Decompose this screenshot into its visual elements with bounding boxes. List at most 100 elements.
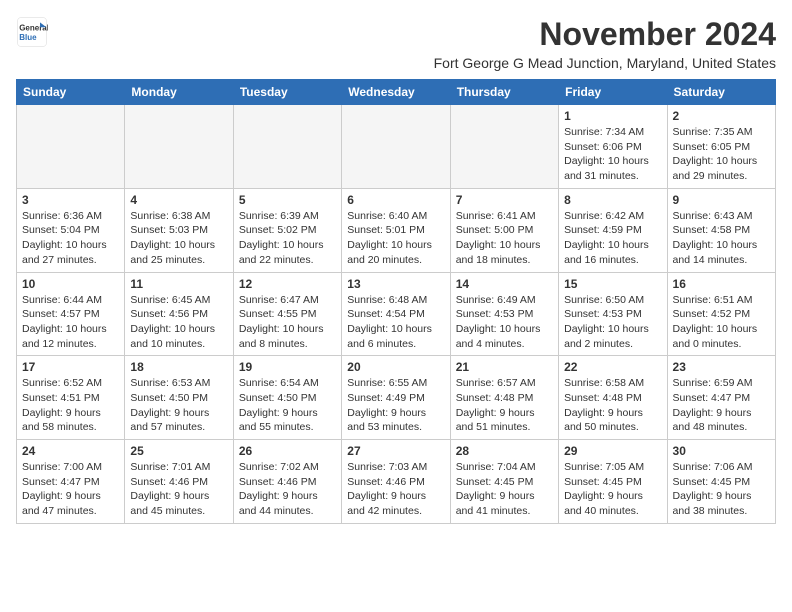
- calendar-cell: 3 Sunrise: 6:36 AM Sunset: 5:04 PM Daylig…: [17, 188, 125, 272]
- calendar-cell: 24 Sunrise: 7:00 AM Sunset: 4:47 PM Dayli…: [17, 440, 125, 524]
- day-number: 6: [347, 193, 444, 207]
- calendar-cell: 9 Sunrise: 6:43 AM Sunset: 4:58 PM Daylig…: [667, 188, 775, 272]
- day-number: 17: [22, 360, 119, 374]
- logo: General Blue: [16, 16, 48, 48]
- day-info: Sunrise: 6:45 AM Sunset: 4:56 PM Dayligh…: [130, 293, 227, 352]
- day-info: Sunrise: 6:52 AM Sunset: 4:51 PM Dayligh…: [22, 376, 119, 435]
- calendar-cell: 2 Sunrise: 7:35 AM Sunset: 6:05 PM Daylig…: [667, 105, 775, 189]
- day-info: Sunrise: 6:54 AM Sunset: 4:50 PM Dayligh…: [239, 376, 336, 435]
- week-row-3: 17 Sunrise: 6:52 AM Sunset: 4:51 PM Dayli…: [17, 356, 776, 440]
- day-info: Sunrise: 6:57 AM Sunset: 4:48 PM Dayligh…: [456, 376, 553, 435]
- calendar-cell: 28 Sunrise: 7:04 AM Sunset: 4:45 PM Dayli…: [450, 440, 558, 524]
- day-info: Sunrise: 6:53 AM Sunset: 4:50 PM Dayligh…: [130, 376, 227, 435]
- day-info: Sunrise: 6:38 AM Sunset: 5:03 PM Dayligh…: [130, 209, 227, 268]
- day-number: 27: [347, 444, 444, 458]
- day-info: Sunrise: 6:42 AM Sunset: 4:59 PM Dayligh…: [564, 209, 661, 268]
- calendar-cell: 17 Sunrise: 6:52 AM Sunset: 4:51 PM Dayli…: [17, 356, 125, 440]
- day-number: 3: [22, 193, 119, 207]
- title-area: November 2024 Fort George G Mead Junctio…: [434, 16, 776, 71]
- calendar-cell: 30 Sunrise: 7:06 AM Sunset: 4:45 PM Dayli…: [667, 440, 775, 524]
- day-number: 8: [564, 193, 661, 207]
- day-number: 30: [673, 444, 770, 458]
- calendar-cell: 27 Sunrise: 7:03 AM Sunset: 4:46 PM Dayli…: [342, 440, 450, 524]
- calendar-cell: 26Sunrise: 7:02 AM Sunset: 4:46 PM Dayli…: [233, 440, 341, 524]
- day-number: 12: [239, 277, 336, 291]
- location-title: Fort George G Mead Junction, Maryland, U…: [434, 55, 776, 71]
- day-number: 15: [564, 277, 661, 291]
- day-info: Sunrise: 6:50 AM Sunset: 4:53 PM Dayligh…: [564, 293, 661, 352]
- day-number: 23: [673, 360, 770, 374]
- week-row-2: 10Sunrise: 6:44 AM Sunset: 4:57 PM Dayli…: [17, 272, 776, 356]
- calendar-cell: 1 Sunrise: 7:34 AM Sunset: 6:06 PM Daylig…: [559, 105, 667, 189]
- day-number: 10: [22, 277, 119, 291]
- day-info: Sunrise: 6:39 AM Sunset: 5:02 PM Dayligh…: [239, 209, 336, 268]
- calendar-cell: 6 Sunrise: 6:40 AM Sunset: 5:01 PM Daylig…: [342, 188, 450, 272]
- week-row-4: 24 Sunrise: 7:00 AM Sunset: 4:47 PM Dayli…: [17, 440, 776, 524]
- day-info: Sunrise: 7:00 AM Sunset: 4:47 PM Dayligh…: [22, 460, 119, 519]
- calendar-cell: 19 Sunrise: 6:54 AM Sunset: 4:50 PM Dayli…: [233, 356, 341, 440]
- calendar-cell: 22 Sunrise: 6:58 AM Sunset: 4:48 PM Dayli…: [559, 356, 667, 440]
- calendar-cell: 25 Sunrise: 7:01 AM Sunset: 4:46 PM Dayli…: [125, 440, 233, 524]
- calendar-cell: [342, 105, 450, 189]
- calendar-header-saturday: Saturday: [667, 80, 775, 105]
- calendar-cell: 29Sunrise: 7:05 AM Sunset: 4:45 PM Dayli…: [559, 440, 667, 524]
- day-number: 5: [239, 193, 336, 207]
- page-header: General Blue November 2024 Fort George G…: [16, 16, 776, 71]
- calendar-cell: [125, 105, 233, 189]
- day-info: Sunrise: 6:51 AM Sunset: 4:52 PM Dayligh…: [673, 293, 770, 352]
- calendar-header-tuesday: Tuesday: [233, 80, 341, 105]
- calendar-cell: 20 Sunrise: 6:55 AM Sunset: 4:49 PM Dayli…: [342, 356, 450, 440]
- calendar-cell: 14Sunrise: 6:49 AM Sunset: 4:53 PM Dayli…: [450, 272, 558, 356]
- day-number: 25: [130, 444, 227, 458]
- calendar-header-thursday: Thursday: [450, 80, 558, 105]
- day-number: 24: [22, 444, 119, 458]
- calendar-cell: 7 Sunrise: 6:41 AM Sunset: 5:00 PM Daylig…: [450, 188, 558, 272]
- calendar-table: SundayMondayTuesdayWednesdayThursdayFrid…: [16, 79, 776, 524]
- calendar-cell: [17, 105, 125, 189]
- day-info: Sunrise: 7:06 AM Sunset: 4:45 PM Dayligh…: [673, 460, 770, 519]
- calendar-cell: 10Sunrise: 6:44 AM Sunset: 4:57 PM Dayli…: [17, 272, 125, 356]
- day-number: 9: [673, 193, 770, 207]
- day-info: Sunrise: 6:36 AM Sunset: 5:04 PM Dayligh…: [22, 209, 119, 268]
- day-number: 11: [130, 277, 227, 291]
- day-number: 1: [564, 109, 661, 123]
- calendar-cell: 5 Sunrise: 6:39 AM Sunset: 5:02 PM Daylig…: [233, 188, 341, 272]
- day-info: Sunrise: 7:35 AM Sunset: 6:05 PM Dayligh…: [673, 125, 770, 184]
- logo-icon: General Blue: [16, 16, 48, 48]
- calendar-header-monday: Monday: [125, 80, 233, 105]
- calendar-cell: [233, 105, 341, 189]
- day-number: 2: [673, 109, 770, 123]
- calendar-cell: 15 Sunrise: 6:50 AM Sunset: 4:53 PM Dayli…: [559, 272, 667, 356]
- day-info: Sunrise: 7:03 AM Sunset: 4:46 PM Dayligh…: [347, 460, 444, 519]
- day-number: 19: [239, 360, 336, 374]
- calendar-cell: 16 Sunrise: 6:51 AM Sunset: 4:52 PM Dayli…: [667, 272, 775, 356]
- day-number: 16: [673, 277, 770, 291]
- day-info: Sunrise: 7:04 AM Sunset: 4:45 PM Dayligh…: [456, 460, 553, 519]
- week-row-0: 1 Sunrise: 7:34 AM Sunset: 6:06 PM Daylig…: [17, 105, 776, 189]
- calendar-cell: 12 Sunrise: 6:47 AM Sunset: 4:55 PM Dayli…: [233, 272, 341, 356]
- calendar-cell: 8 Sunrise: 6:42 AM Sunset: 4:59 PM Daylig…: [559, 188, 667, 272]
- day-info: Sunrise: 6:47 AM Sunset: 4:55 PM Dayligh…: [239, 293, 336, 352]
- day-info: Sunrise: 6:43 AM Sunset: 4:58 PM Dayligh…: [673, 209, 770, 268]
- day-number: 29: [564, 444, 661, 458]
- day-info: Sunrise: 6:58 AM Sunset: 4:48 PM Dayligh…: [564, 376, 661, 435]
- day-number: 21: [456, 360, 553, 374]
- calendar-cell: 4Sunrise: 6:38 AM Sunset: 5:03 PM Daylig…: [125, 188, 233, 272]
- day-number: 14: [456, 277, 553, 291]
- day-info: Sunrise: 6:48 AM Sunset: 4:54 PM Dayligh…: [347, 293, 444, 352]
- day-number: 20: [347, 360, 444, 374]
- day-info: Sunrise: 7:01 AM Sunset: 4:46 PM Dayligh…: [130, 460, 227, 519]
- day-info: Sunrise: 7:34 AM Sunset: 6:06 PM Dayligh…: [564, 125, 661, 184]
- calendar-header-friday: Friday: [559, 80, 667, 105]
- day-number: 28: [456, 444, 553, 458]
- day-info: Sunrise: 6:55 AM Sunset: 4:49 PM Dayligh…: [347, 376, 444, 435]
- svg-text:Blue: Blue: [19, 33, 37, 42]
- calendar-cell: 11 Sunrise: 6:45 AM Sunset: 4:56 PM Dayli…: [125, 272, 233, 356]
- day-number: 7: [456, 193, 553, 207]
- day-info: Sunrise: 6:41 AM Sunset: 5:00 PM Dayligh…: [456, 209, 553, 268]
- day-number: 13: [347, 277, 444, 291]
- day-info: Sunrise: 6:40 AM Sunset: 5:01 PM Dayligh…: [347, 209, 444, 268]
- calendar-cell: [450, 105, 558, 189]
- month-title: November 2024: [434, 16, 776, 53]
- day-number: 22: [564, 360, 661, 374]
